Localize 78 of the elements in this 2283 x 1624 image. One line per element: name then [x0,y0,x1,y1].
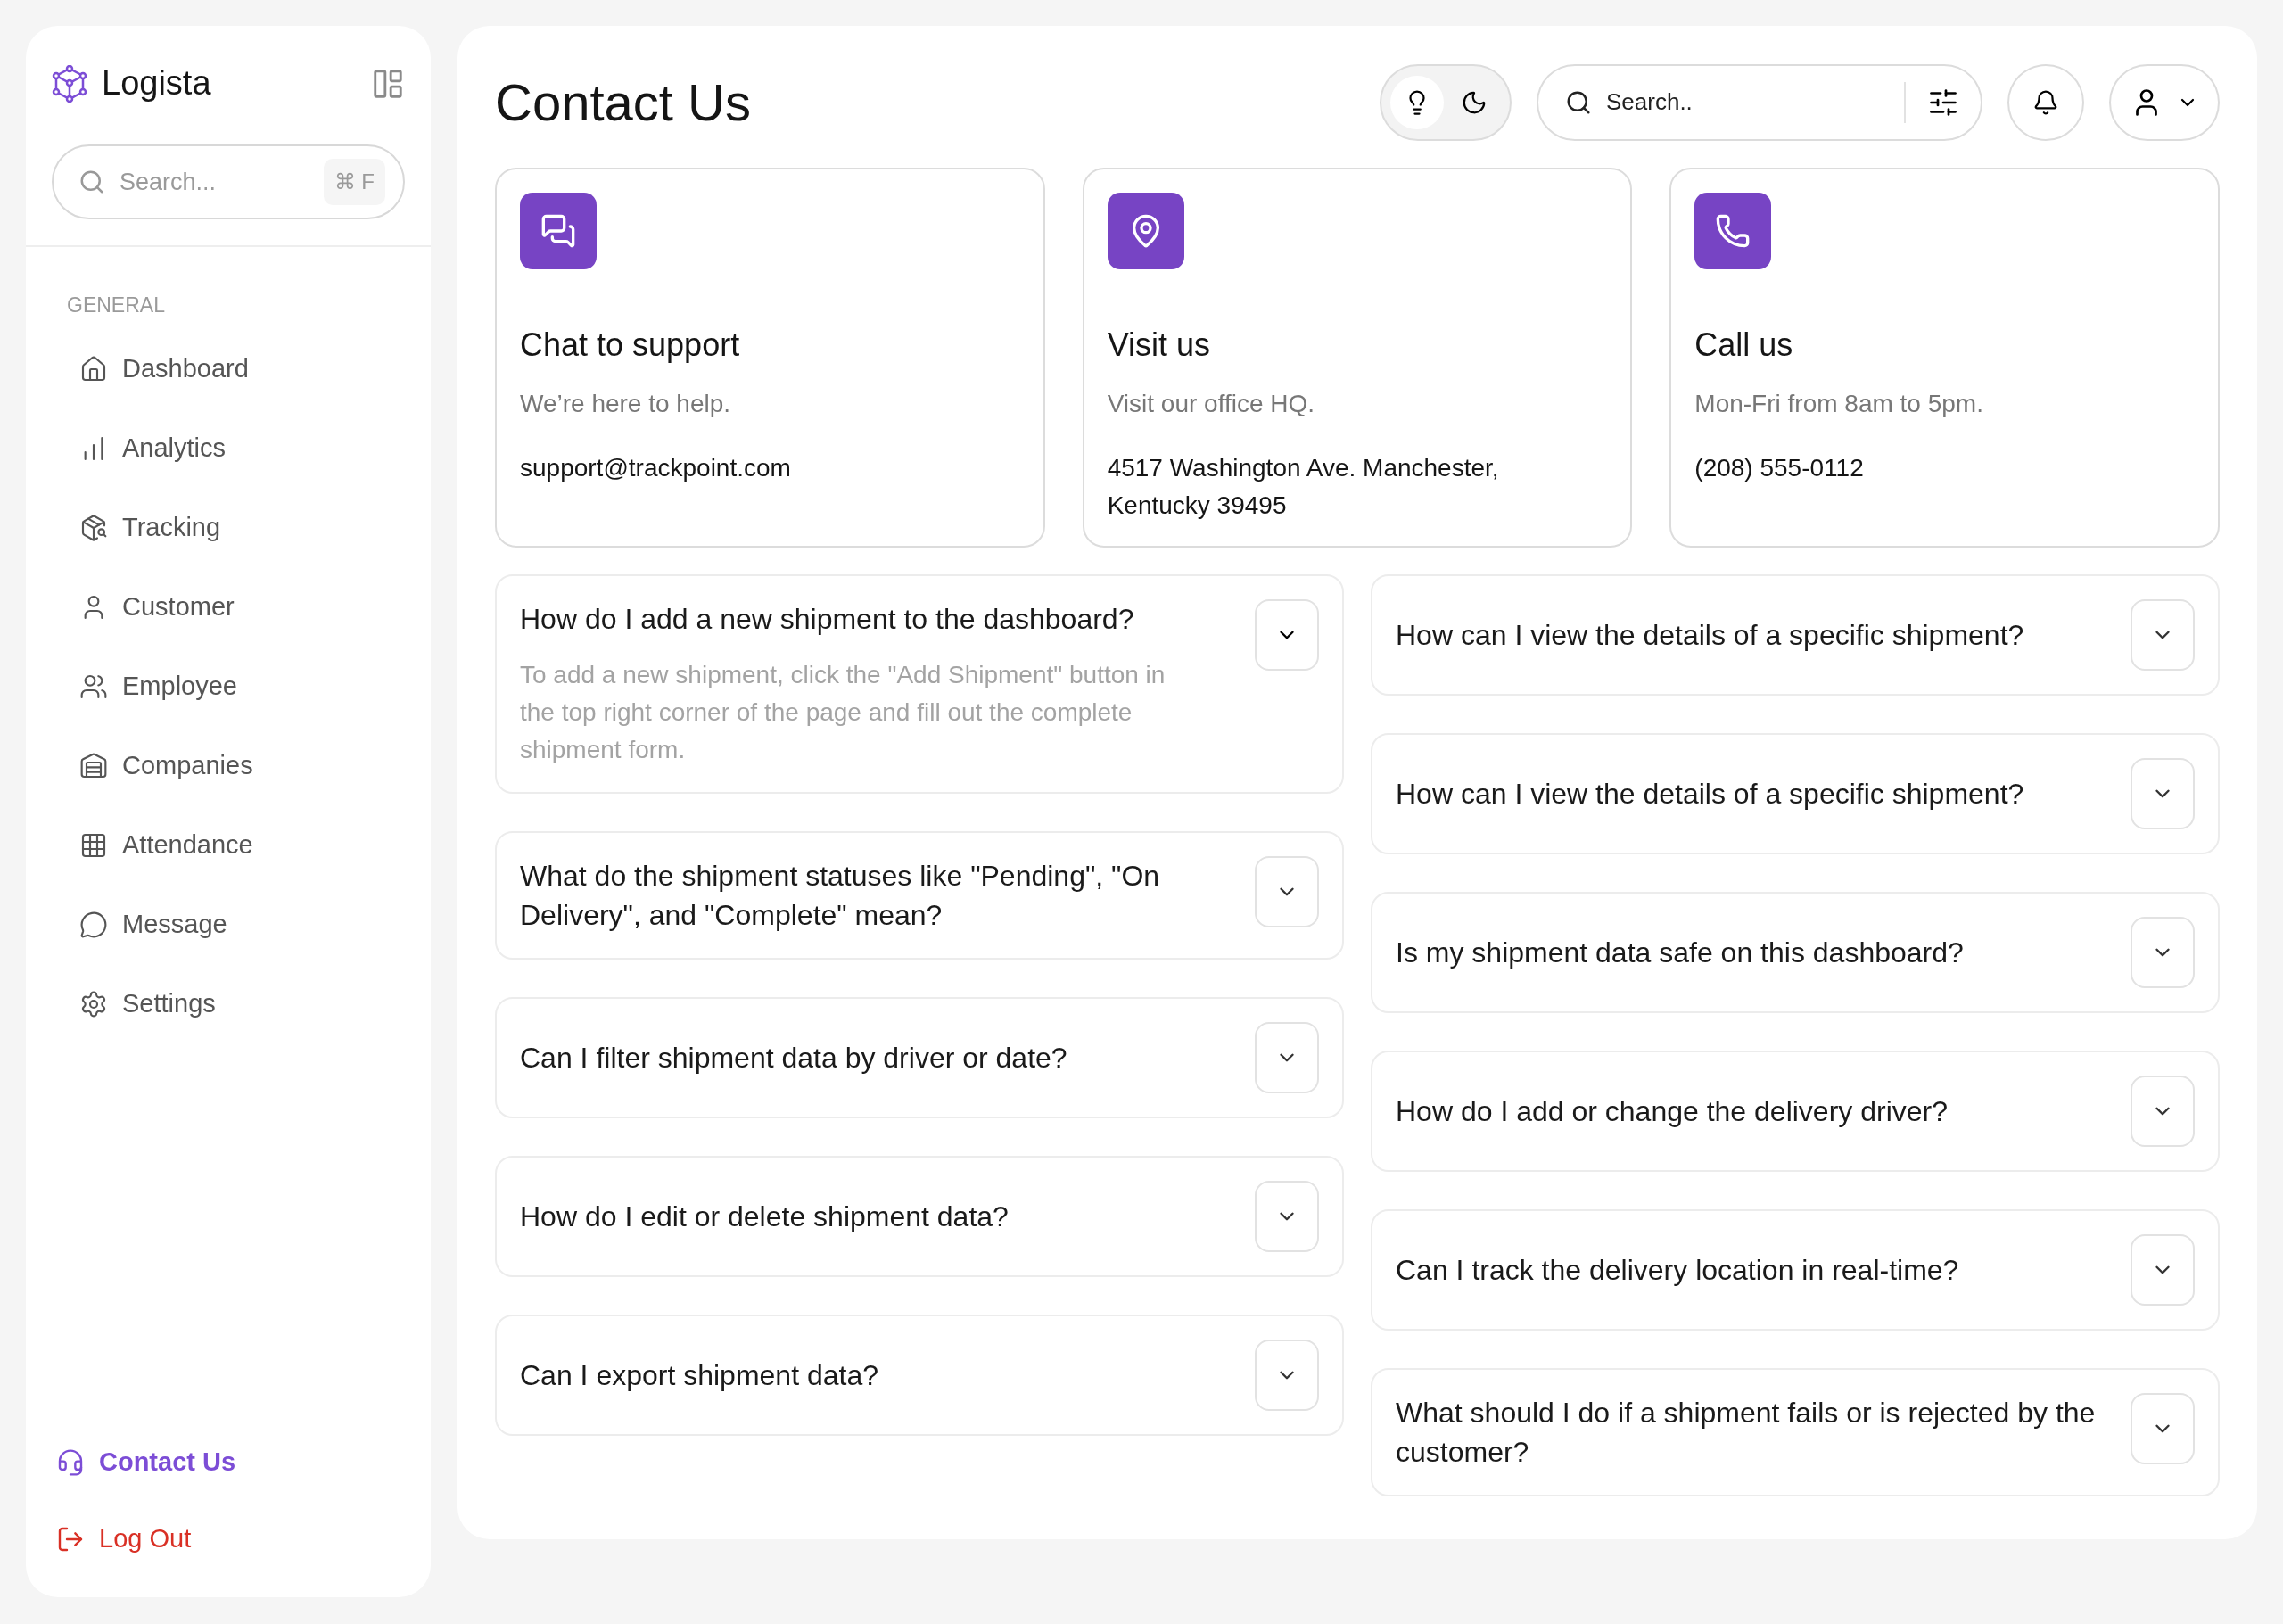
nav-item[interactable]: Companies [67,726,390,806]
search-input[interactable]: Search.. [1606,85,1890,120]
chat-bubble-icon [79,911,108,939]
faq-card[interactable]: Can I track the delivery location in real-time? [1371,1209,2220,1331]
bell-icon [2032,88,2059,116]
section-label: GENERAL [67,293,166,318]
users-icon [79,672,108,701]
expand-toggle-button[interactable] [1255,1340,1319,1411]
faq-question: Can I filter shipment data by driver or date? [520,1041,1068,1076]
card-title: Chat to support [520,326,741,365]
faq-card[interactable]: Can I filter shipment data by driver or date? [495,997,1344,1118]
nav-item[interactable]: Dashboard [67,329,390,409]
expand-toggle-button[interactable] [1255,856,1319,927]
log-out-icon [56,1525,85,1554]
expand-toggle-button[interactable] [2131,1393,2195,1464]
nav-item[interactable]: Message [67,885,390,965]
phone-icon [1715,213,1751,249]
faq-question: How can I view the details of a specific shipment? [1396,618,2025,653]
faq-question: How do I edit or delete shipment data? [520,1199,1010,1234]
expand-toggle-button[interactable] [2131,758,2195,829]
faq-question: How do I add or change the delivery driver? [1396,1094,1949,1129]
card-subtitle: Visit our office HQ. [1107,389,1316,419]
expand-toggle-button[interactable] [1255,1022,1319,1093]
faq-card[interactable]: What do the shipment statuses like "Pending", "On Delivery", and "Complete" mean? [495,831,1344,960]
nav-item[interactable]: Customer [67,567,390,647]
expand-toggle-button[interactable] [1255,599,1319,671]
expand-toggle-button[interactable] [2131,1234,2195,1306]
settings-icon [79,990,108,1018]
faq-question: What should I do if a shipment fails or is rejected by the customer? [1396,1396,2097,1470]
footer-nav-item[interactable]: Log Out [56,1501,400,1578]
faq-card[interactable]: How do I edit or delete shipment data? [495,1156,1344,1277]
warehouse-icon [79,752,108,780]
chat-bubbles-icon [540,213,576,249]
faq-question: What do the shipment statuses like "Pending", "On Delivery", and "Complete" mean? [520,859,1161,933]
house-icon [79,355,108,383]
nav-item[interactable]: Settings [67,964,390,1044]
package-icon [79,514,108,542]
faq-card[interactable]: Can I export shipment data? [495,1315,1344,1436]
nav-item[interactable]: Analytics [67,408,390,489]
faq-answer: To add a new shipment, click the "Add Shipment" button in the top right corner of the page and fill out the complete shipment form. [520,660,1166,765]
expand-toggle-button[interactable] [2131,599,2195,671]
headset-icon [56,1448,85,1477]
faq-question: Can I track the delivery location in real-time? [1396,1253,1960,1288]
card-detail: support@trackpoint.com [520,453,792,483]
expand-toggle-button[interactable] [2131,917,2195,988]
nav-item[interactable]: Employee [67,647,390,727]
card-title: Call us [1694,326,1794,365]
cube-logo-icon [52,64,87,103]
faq-question: Can I export shipment data? [520,1358,879,1393]
faq-card[interactable]: Is my shipment data safe on this dashboard? [1371,892,2220,1013]
page-title: Contact Us [495,72,752,133]
expand-toggle-button[interactable] [2131,1076,2195,1147]
search-input[interactable]: Search... [120,163,309,201]
grid-calendar-icon [79,831,108,860]
faq-card[interactable]: How do I add a new shipment to the dashboard? To add a new shipment, click the "Add Shipment" button in the top right corner of the page and fill out the complete shipment form. [495,574,1344,794]
profile-menu-button[interactable] [2109,63,2220,141]
faq-card[interactable]: How can I view the details of a specific shipment? [1371,574,2220,696]
faq-question: How can I view the details of a specific shipment? [1396,777,2025,812]
notifications-button[interactable] [2007,63,2084,141]
faq-card[interactable]: How can I view the details of a specific shipment? [1371,733,2220,854]
theme-option-button[interactable] [1390,75,1444,129]
card-subtitle: Mon-Fri from 8am to 5pm. [1694,389,1984,419]
faq-card[interactable]: How do I add or change the delivery driver? [1371,1051,2220,1172]
search-icon [78,169,105,195]
nav-item[interactable]: Tracking [67,488,390,568]
faq-question: How do I add a new shipment to the dashboard? [520,602,1135,637]
faq-card[interactable]: What should I do if a shipment fails or is rejected by the customer? [1371,1368,2220,1496]
card-detail: (208) 555-0112 [1694,453,1865,483]
footer-nav-item[interactable]: Contact Us [56,1424,400,1501]
card-subtitle: We’re here to help. [520,389,732,419]
header-search-field[interactable]: Search.. [1537,63,1982,141]
brand-name: Logista [102,63,211,103]
shortcut-hint: ⌘ F [323,159,385,205]
card-detail: 4517 Washington Ave. Manchester, Kentucky 39495 [1107,453,1500,521]
faq-question: Is my shipment data safe on this dashboard? [1396,936,1965,970]
nav-item[interactable]: Attendance [67,805,390,886]
card-title: Visit us [1107,326,1212,365]
expand-toggle-button[interactable] [1255,1181,1319,1252]
